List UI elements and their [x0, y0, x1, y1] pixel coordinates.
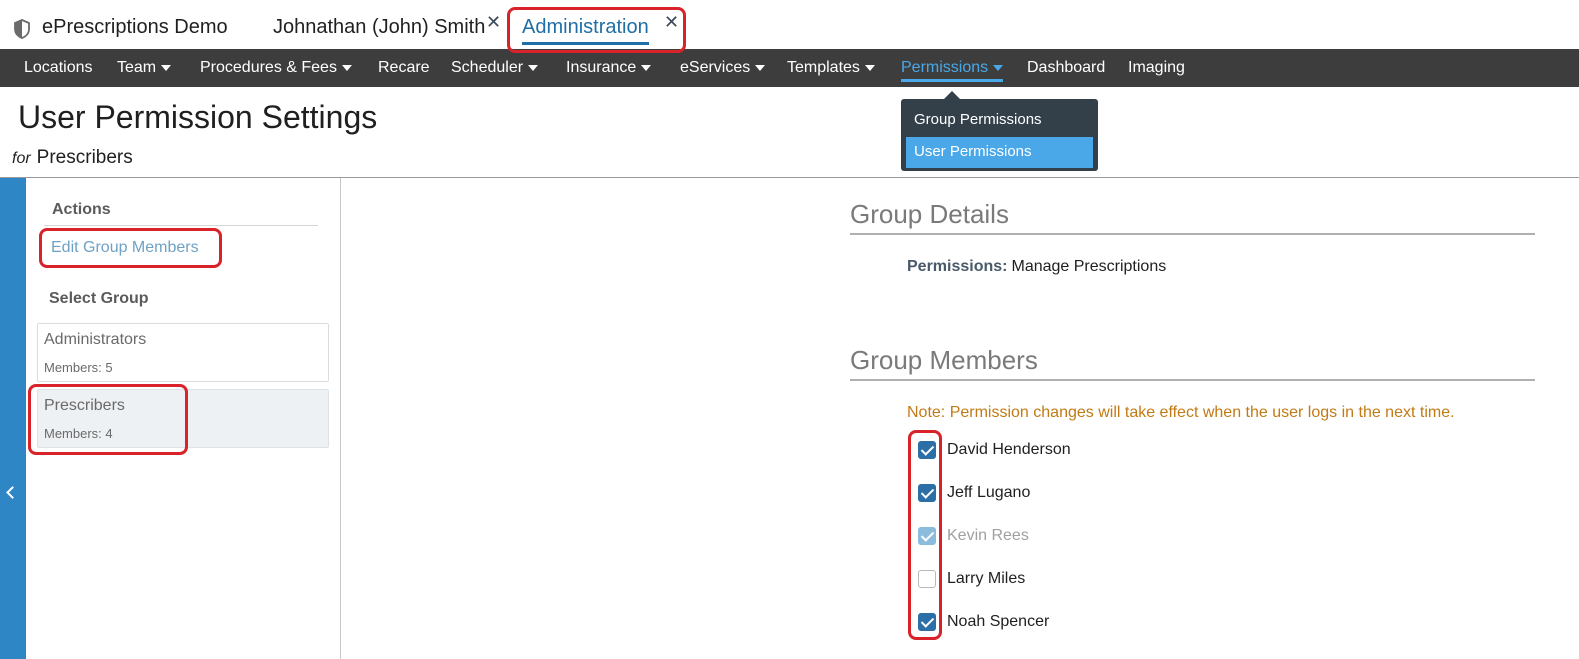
member-checkbox[interactable]: [918, 613, 936, 631]
member-checkbox: [918, 527, 936, 545]
nav-label: Scheduler: [451, 59, 524, 76]
nav-locations[interactable]: Locations: [24, 59, 93, 77]
permissions-label: Permissions:: [907, 258, 1008, 275]
nav-label: Templates: [787, 59, 860, 76]
page-subtitle: for Prescribers: [12, 147, 133, 169]
nav-imaging[interactable]: Imaging: [1128, 59, 1185, 77]
close-icon[interactable]: ✕: [664, 12, 679, 33]
tab-bar: ePrescriptions Demo Johnathan (John) Smi…: [0, 0, 1579, 49]
shield-icon: [14, 19, 30, 39]
tab-administration-label: Administration: [522, 16, 649, 38]
sidebar-divider: [340, 178, 341, 659]
sidebar-collapse-toggle[interactable]: [0, 178, 26, 659]
tab-administration[interactable]: Administration: [522, 16, 649, 45]
member-name: Kevin Rees: [947, 527, 1029, 544]
nav-eservices[interactable]: eServices: [680, 59, 766, 77]
caret-down-icon: [864, 64, 875, 71]
nav-label: Locations: [24, 59, 93, 76]
nav-label: Procedures & Fees: [200, 59, 337, 76]
app-title: ePrescriptions Demo: [42, 16, 228, 38]
subtitle-group: Prescribers: [36, 147, 133, 168]
section-divider: [850, 233, 1535, 235]
nav-label: Insurance: [566, 59, 637, 76]
group-card-prescribers[interactable]: Prescribers Members: 4: [37, 389, 329, 448]
nav-team[interactable]: Team: [117, 59, 172, 77]
caret-down-icon: [161, 64, 172, 71]
nav-permissions[interactable]: Permissions: [901, 59, 1004, 82]
nav-insurance[interactable]: Insurance: [566, 59, 652, 77]
nav-label: Dashboard: [1027, 59, 1106, 76]
header-divider: [0, 177, 1579, 178]
close-icon[interactable]: ✕: [486, 12, 501, 33]
menu-item-user-permissions[interactable]: User Permissions: [906, 137, 1093, 168]
member-checkbox[interactable]: [918, 484, 936, 502]
group-members-title: Group Members: [850, 345, 1038, 375]
nav-label: Imaging: [1128, 59, 1185, 76]
nav-templates[interactable]: Templates: [787, 59, 875, 77]
menu-item-group-permissions[interactable]: Group Permissions: [906, 105, 1093, 136]
group-card-administrators[interactable]: Administrators Members: 5: [37, 323, 329, 382]
permissions-value: Manage Prescriptions: [1011, 258, 1167, 275]
group-name: Administrators: [44, 331, 147, 348]
section-divider: [850, 379, 1535, 381]
member-checkbox[interactable]: [918, 570, 936, 588]
chevron-left-icon: [6, 486, 19, 499]
group-details-title: Group Details: [850, 199, 1009, 229]
nav-scheduler[interactable]: Scheduler: [451, 59, 539, 77]
edit-group-members-link[interactable]: Edit Group Members: [51, 239, 199, 257]
group-name: Prescribers: [44, 397, 125, 414]
active-tab-underline: [522, 42, 649, 45]
group-member-count: Members: 4: [44, 426, 113, 441]
actions-divider: [44, 225, 318, 226]
permission-note: Note: Permission changes will take effec…: [907, 404, 1455, 421]
main-nav: Locations Team Procedures & Fees Recare …: [0, 49, 1579, 87]
nav-dashboard[interactable]: Dashboard: [1027, 59, 1105, 77]
permissions-line: Permissions: Manage Prescriptions: [907, 258, 1166, 276]
nav-label: eServices: [680, 59, 751, 76]
member-name: Noah Spencer: [947, 613, 1050, 630]
nav-label: Team: [117, 59, 157, 76]
caret-down-icon: [641, 64, 652, 71]
actions-heading: Actions: [52, 201, 111, 218]
caret-down-icon: [755, 64, 766, 71]
nav-label: Recare: [378, 59, 430, 76]
nav-recare[interactable]: Recare: [378, 59, 430, 77]
tab-patient[interactable]: Johnathan (John) Smith: [273, 16, 485, 39]
member-checkbox[interactable]: [918, 441, 936, 459]
group-member-count: Members: 5: [44, 360, 113, 375]
nav-label: Permissions: [901, 59, 989, 76]
member-name: Jeff Lugano: [947, 484, 1031, 501]
caret-down-icon: [993, 64, 1004, 71]
subtitle-prefix: for: [12, 150, 31, 167]
select-group-heading: Select Group: [49, 290, 149, 307]
caret-down-icon: [341, 64, 352, 71]
nav-procedures-fees[interactable]: Procedures & Fees: [200, 59, 352, 77]
active-nav-underline: [901, 79, 1004, 82]
page-title: User Permission Settings: [18, 99, 378, 135]
permissions-dropdown: Group Permissions User Permissions: [901, 91, 1098, 171]
caret-down-icon: [528, 64, 539, 71]
member-name: David Henderson: [947, 441, 1071, 458]
member-name: Larry Miles: [947, 570, 1026, 587]
